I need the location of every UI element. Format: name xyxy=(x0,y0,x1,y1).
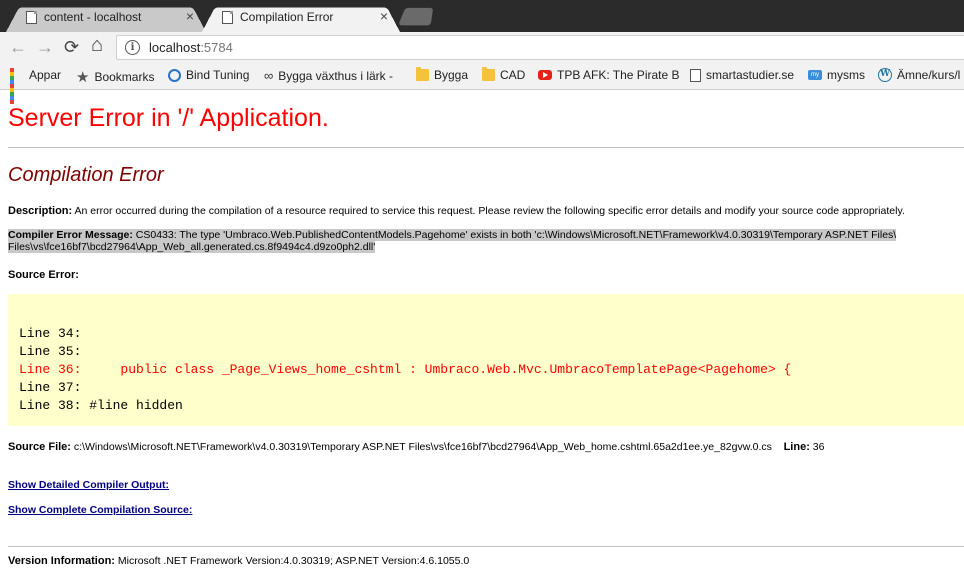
apps-icon xyxy=(10,68,24,104)
close-tab-icon[interactable]: × xyxy=(380,8,388,24)
close-tab-icon[interactable]: × xyxy=(186,8,194,24)
show-compiler-output-link[interactable]: Show Detailed Compiler Output: xyxy=(8,479,169,491)
compiler-error-text-line2: Files\vs\fce16bf7\bcd27964\App_Web_all.g… xyxy=(8,241,376,253)
bookmark-tpb-afk[interactable]: TPB AFK: The Pirate B xyxy=(538,68,680,82)
description-text: An error occurred during the compilation… xyxy=(74,205,905,217)
forward-arrow-icon[interactable]: → xyxy=(36,37,54,57)
bookmark-bygga-vaxthus[interactable]: ∞ Bygga växthus i lärk - xyxy=(264,68,393,83)
version-label: Version Information: xyxy=(8,555,115,567)
line-label: Line: xyxy=(783,441,810,453)
code-line-error: Line 36: public class _Page_Views_home_c… xyxy=(19,362,792,377)
bookmark-appar[interactable]: Appar xyxy=(10,68,61,104)
link-icon: ∞ xyxy=(264,68,274,83)
code-line: Line 38: #line hidden xyxy=(19,398,183,413)
divider xyxy=(8,546,964,547)
bookmark-amne-kurs[interactable]: W Ämne/kurs/l xyxy=(878,68,960,82)
description-row: Description: An error occurred during th… xyxy=(8,205,905,217)
show-compilation-source-link[interactable]: Show Complete Compilation Source: xyxy=(8,504,192,516)
bookmark-bookmarks[interactable]: ★ Bookmarks xyxy=(76,68,154,86)
version-text: Microsoft .NET Framework Version:4.0.303… xyxy=(117,555,470,567)
divider xyxy=(8,147,964,148)
folder-icon xyxy=(482,67,495,81)
tab-title: Compilation Error xyxy=(240,10,334,24)
code-line: Line 35: xyxy=(19,344,82,359)
compiler-error-message: Compiler Error Message: CS0433: The type… xyxy=(8,229,964,253)
back-arrow-icon[interactable]: ← xyxy=(9,37,27,57)
new-tab-button[interactable] xyxy=(398,7,434,26)
compiler-error-text-line1: CS0433: The type 'Umbraco.Web.PublishedC… xyxy=(135,229,897,241)
line-value: 36 xyxy=(812,441,825,453)
source-error-heading: Source Error: xyxy=(8,269,79,281)
tab-content-localhost[interactable]: content - localhost × xyxy=(6,3,206,32)
bookmark-cad[interactable]: CAD xyxy=(482,67,525,82)
bookmarks-bar: Appar ★ Bookmarks Bind Tuning ∞ Bygga vä… xyxy=(0,63,964,104)
url-text[interactable]: localhost:5784 xyxy=(149,40,233,55)
home-icon[interactable]: ⌂ xyxy=(91,35,103,55)
page-icon xyxy=(26,11,37,24)
address-bar[interactable]: i localhost:5784 xyxy=(116,35,964,60)
page-icon xyxy=(690,68,701,82)
page-content: Server Error in '/' Application. Compila… xyxy=(0,90,964,580)
page-subtitle: Compilation Error xyxy=(8,164,164,186)
source-file-row: Source File: c:\Windows\Microsoft.NET\Fr… xyxy=(8,441,824,453)
bookmark-smartastudier[interactable]: smartastudier.se xyxy=(690,68,794,82)
page-icon xyxy=(222,11,233,24)
browser-toolbar: ← → ⟳ ⌂ i localhost:5784 xyxy=(0,32,964,63)
source-file-label: Source File: xyxy=(8,441,71,453)
source-file-path: c:\Windows\Microsoft.NET\Framework\v4.0.… xyxy=(73,441,772,453)
reload-icon[interactable]: ⟳ xyxy=(64,37,79,57)
compiler-error-label: Compiler Error Message: xyxy=(8,229,133,241)
version-info-row: Version Information: Microsoft .NET Fram… xyxy=(8,555,469,567)
info-icon[interactable]: i xyxy=(125,40,140,55)
bookmark-bygga[interactable]: Bygga xyxy=(416,67,468,82)
bookmark-bind-tuning[interactable]: Bind Tuning xyxy=(168,68,249,82)
wordpress-icon: W xyxy=(878,68,892,82)
bind-tuning-icon xyxy=(168,68,181,82)
tab-compilation-error[interactable]: Compilation Error × xyxy=(202,3,400,32)
description-label: Description: xyxy=(8,205,73,217)
page-title: Server Error in '/' Application. xyxy=(8,104,329,132)
tab-title: content - localhost xyxy=(44,10,142,24)
code-line: Line 34: xyxy=(19,326,82,341)
mysms-icon: my xyxy=(808,70,822,80)
code-line: Line 37: xyxy=(19,380,82,395)
source-code-box: Line 34: Line 35: Line 36: public class … xyxy=(8,294,964,426)
bookmark-mysms[interactable]: my mysms xyxy=(808,68,865,82)
tab-strip: content - localhost × Compilation Error … xyxy=(0,0,964,32)
star-icon: ★ xyxy=(76,69,90,86)
youtube-icon xyxy=(538,70,552,80)
folder-icon xyxy=(416,67,429,81)
